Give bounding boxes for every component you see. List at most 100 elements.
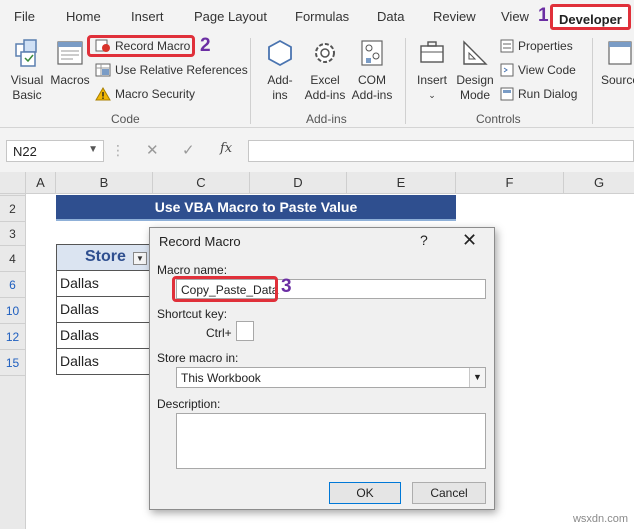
source-button[interactable]: Source (598, 38, 634, 88)
store-macro-select[interactable]: This Workbook ▼ (176, 367, 486, 388)
store-macro-label: Store macro in: (157, 351, 239, 365)
view-code-button[interactable]: View Code (500, 63, 576, 77)
tab-view[interactable]: View (501, 9, 529, 24)
tab-developer[interactable]: Developer (550, 4, 631, 30)
table-cell[interactable]: Dallas (56, 297, 152, 323)
store-header-cell[interactable]: Store ▼ (56, 244, 152, 271)
cancel-icon[interactable]: ✕ (146, 141, 159, 159)
use-relative-references-label: Use Relative References (115, 63, 248, 77)
macros-button[interactable]: Macros (50, 38, 90, 88)
relative-references-icon (95, 63, 111, 77)
tab-formulas[interactable]: Formulas (295, 9, 349, 24)
chevron-down-icon[interactable]: ▼ (88, 144, 98, 155)
tab-review[interactable]: Review (433, 9, 476, 24)
column-header-d[interactable]: D (250, 172, 347, 194)
visual-basic-icon (15, 39, 37, 67)
excel-addins-button[interactable]: Excel Add-ins (302, 38, 348, 103)
column-header-e[interactable]: E (347, 172, 456, 194)
warning-icon (95, 87, 111, 101)
step-3-marker: 3 (281, 276, 292, 297)
column-header-b[interactable]: B (56, 172, 153, 194)
row-header-12[interactable]: 12 (0, 324, 26, 350)
tab-data[interactable]: Data (377, 9, 404, 24)
select-all-corner[interactable] (0, 172, 26, 194)
ok-button[interactable]: OK (329, 482, 401, 504)
table-cell[interactable]: Dallas (56, 323, 152, 349)
visual-basic-button[interactable]: Visual Basic (6, 38, 48, 103)
row-header-4[interactable]: 4 (0, 246, 26, 272)
row-header-15[interactable]: 15 (0, 350, 26, 376)
source-label: Source (600, 73, 634, 87)
gear-icon (315, 43, 335, 63)
column-header-c[interactable]: C (153, 172, 250, 194)
visual-basic-label: Visual Basic (10, 73, 44, 102)
shortcut-key-label: Shortcut key: (157, 307, 228, 321)
separator (405, 38, 406, 124)
separator (250, 38, 251, 124)
macro-security-button[interactable]: Macro Security (95, 87, 195, 101)
design-mode-label: Design Mode (456, 73, 494, 102)
ribbon: Visual Basic Macros 2 Record Macro Use R… (0, 32, 634, 128)
chevron-down-icon: ⌄ (428, 90, 436, 100)
step-1-marker: 1 (538, 5, 549, 26)
tab-home[interactable]: Home (66, 9, 101, 24)
insert-control-button[interactable]: Insert ⌄ (412, 38, 452, 103)
row-header-10[interactable]: 10 (0, 298, 26, 324)
properties-button[interactable]: Properties (500, 39, 573, 53)
dialog-title: Record Macro (159, 234, 241, 249)
view-code-label: View Code (518, 63, 576, 77)
filter-icon[interactable]: ▼ (133, 252, 147, 265)
run-dialog-icon (500, 87, 514, 101)
addins-hexagon-icon (268, 39, 292, 67)
record-macro-label: Record Macro (115, 39, 191, 53)
tab-page-layout[interactable]: Page Layout (194, 9, 267, 24)
row-header-6[interactable]: 6 (0, 272, 26, 298)
controls-group-label: Controls (476, 112, 521, 126)
com-addins-label: COM Add-ins (351, 73, 393, 102)
properties-label: Properties (518, 39, 573, 53)
row-header-3[interactable]: 3 (0, 222, 26, 246)
design-mode-button[interactable]: Design Mode (454, 38, 496, 103)
formula-input[interactable] (248, 140, 634, 162)
table-cell[interactable]: Dallas (56, 349, 152, 375)
record-macro-button[interactable]: Record Macro (95, 39, 190, 53)
name-box-value: N22 (13, 144, 37, 159)
description-input[interactable] (176, 413, 486, 469)
ruler-triangle-icon (463, 40, 488, 65)
record-macro-dialog: Record Macro ? ✕ Macro name: Copy_Paste_… (149, 227, 495, 510)
row-header-2[interactable]: 2 (0, 196, 26, 222)
separator (592, 38, 593, 124)
addins-button[interactable]: Add-ins (262, 38, 298, 103)
macro-name-label: Macro name: (157, 263, 228, 277)
macro-security-label: Macro Security (115, 87, 196, 101)
description-label: Description: (157, 397, 221, 411)
enter-icon[interactable]: ✓ (182, 141, 195, 159)
sheet-title-cell[interactable]: Use VBA Macro to Paste Value (56, 195, 456, 221)
store-macro-value: This Workbook (181, 371, 261, 385)
insert-function-icon[interactable]: fx (220, 141, 232, 156)
column-header-a[interactable]: A (26, 172, 56, 194)
run-dialog-button[interactable]: Run Dialog (500, 87, 577, 101)
cancel-button[interactable]: Cancel (412, 482, 486, 504)
column-header-g[interactable]: G (564, 172, 634, 194)
formula-bar: N22 ▼ ⋮ ✕ ✓ fx (0, 128, 634, 172)
view-code-icon (500, 63, 514, 77)
column-header-f[interactable]: F (456, 172, 564, 194)
table-cell[interactable]: Dallas (56, 271, 152, 297)
close-icon[interactable]: ✕ (462, 230, 477, 251)
tab-file[interactable]: File (14, 9, 35, 24)
shortcut-key-input[interactable] (236, 321, 254, 341)
name-box[interactable]: N22 ▼ (6, 140, 104, 162)
toolbox-icon (420, 41, 444, 63)
help-icon[interactable]: ? (420, 232, 428, 248)
use-relative-references-button[interactable]: Use Relative References (95, 63, 248, 77)
store-header-label: Store (85, 248, 126, 265)
addins-label: Add-ins (267, 73, 293, 102)
addins-group-label: Add-ins (306, 112, 347, 126)
formula-buttons: ✕ ✓ fx (120, 140, 246, 162)
chevron-down-icon[interactable]: ▼ (469, 368, 485, 387)
run-dialog-label: Run Dialog (518, 87, 578, 101)
macros-icon (57, 41, 83, 65)
com-addins-button[interactable]: COM Add-ins (350, 38, 394, 103)
tab-insert[interactable]: Insert (131, 9, 164, 24)
